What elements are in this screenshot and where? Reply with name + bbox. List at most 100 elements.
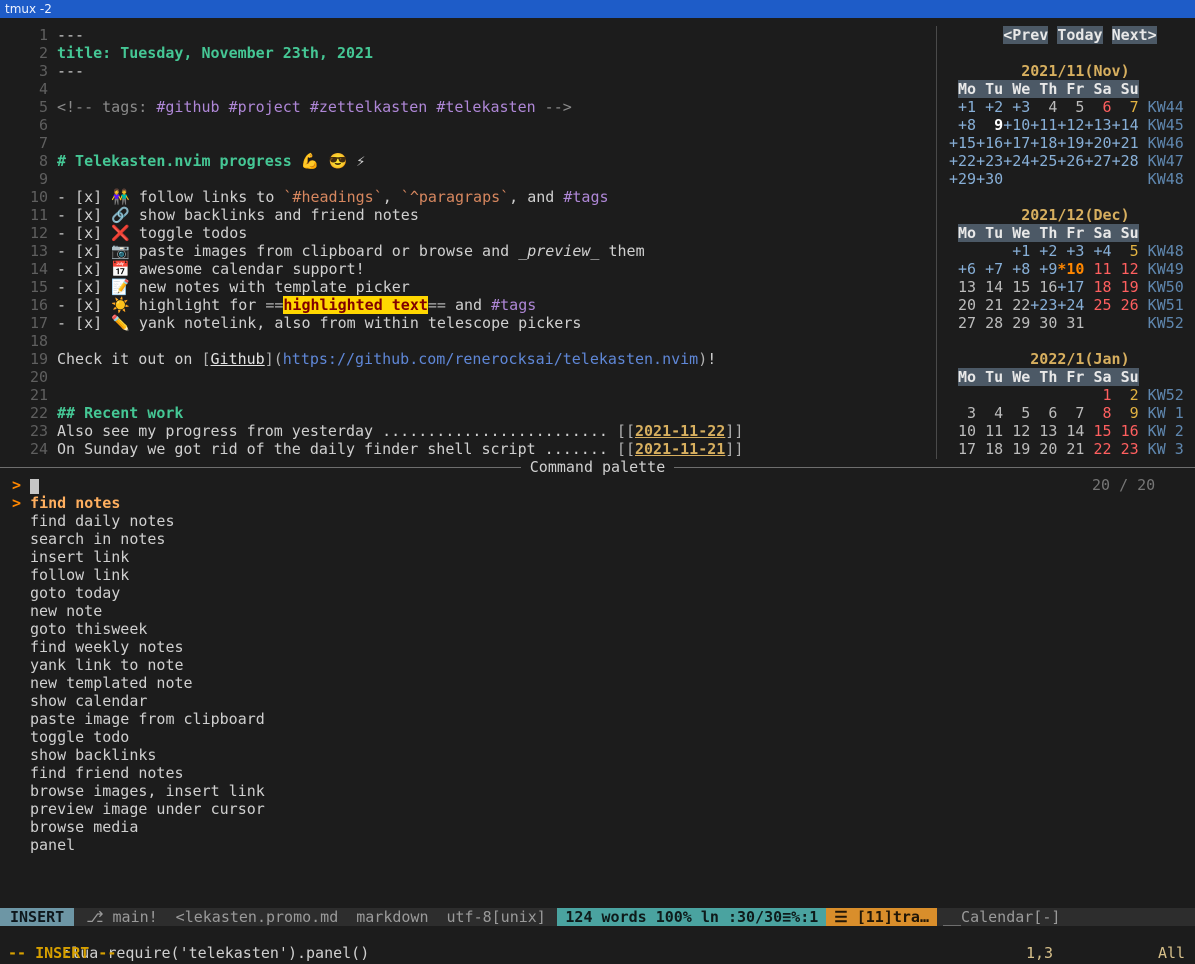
calendar-day[interactable]: 5 bbox=[1003, 404, 1030, 422]
calendar-day[interactable]: +8 bbox=[1003, 260, 1030, 278]
calendar-day[interactable]: +3 bbox=[1003, 98, 1030, 116]
calendar-day[interactable]: 1 bbox=[1084, 386, 1111, 404]
calendar-day[interactable]: 16 bbox=[1030, 278, 1057, 296]
calendar-day[interactable]: 26 bbox=[1112, 296, 1139, 314]
editor-line[interactable]: 23Also see my progress from yesterday ..… bbox=[0, 422, 936, 440]
calendar-day[interactable]: 7 bbox=[1057, 404, 1084, 422]
editor-line[interactable]: 19Check it out on [Github](https://githu… bbox=[0, 350, 936, 368]
calendar-day[interactable]: 15 bbox=[1003, 278, 1030, 296]
calendar-day[interactable]: 5 bbox=[1057, 98, 1084, 116]
calendar-day[interactable]: 30 bbox=[1030, 314, 1057, 332]
calendar-day[interactable]: 14 bbox=[976, 278, 1003, 296]
editor-line[interactable]: 4 bbox=[0, 80, 936, 98]
palette-item[interactable]: find weekly notes bbox=[0, 638, 1195, 656]
calendar-day[interactable]: 16 bbox=[1112, 422, 1139, 440]
calendar-day[interactable]: 15 bbox=[1084, 422, 1111, 440]
calendar-day[interactable]: +17 bbox=[1003, 134, 1030, 152]
calendar-day[interactable]: 25 bbox=[1084, 296, 1111, 314]
calendar-day[interactable]: +26 bbox=[1057, 152, 1084, 170]
calendar-day[interactable]: 22 bbox=[1084, 440, 1111, 458]
editor-line[interactable]: 2title: Tuesday, November 23th, 2021 bbox=[0, 44, 936, 62]
calendar-day[interactable]: +30 bbox=[976, 170, 1003, 188]
calendar-day[interactable]: +20 bbox=[1084, 134, 1111, 152]
calendar-pane[interactable]: <Prev Today Next> 2021/11(Nov) Mo Tu We … bbox=[938, 26, 1195, 458]
calendar-day[interactable]: +2 bbox=[976, 98, 1003, 116]
calendar-day[interactable]: +9 bbox=[1030, 260, 1057, 278]
calendar-day[interactable]: +3 bbox=[1057, 242, 1084, 260]
calendar-day[interactable]: +24 bbox=[1057, 296, 1084, 314]
calendar-day[interactable]: 12 bbox=[1003, 422, 1030, 440]
calendar-next-button[interactable]: Next> bbox=[1112, 26, 1157, 44]
calendar-day[interactable]: +16 bbox=[976, 134, 1003, 152]
calendar-day[interactable]: 19 bbox=[1112, 278, 1139, 296]
palette-item[interactable]: show calendar bbox=[0, 692, 1195, 710]
editor-line[interactable]: 18 bbox=[0, 332, 936, 350]
editor-line[interactable]: 20 bbox=[0, 368, 936, 386]
calendar-day[interactable]: +17 bbox=[1057, 278, 1084, 296]
calendar-day[interactable]: +24 bbox=[1003, 152, 1030, 170]
calendar-day[interactable]: +18 bbox=[1030, 134, 1057, 152]
calendar-day[interactable]: +6 bbox=[949, 260, 976, 278]
palette-item[interactable]: new templated note bbox=[0, 674, 1195, 692]
calendar-today-button[interactable]: Today bbox=[1057, 26, 1102, 44]
editor-line[interactable]: 17- [x] ✏️ yank notelink, also from with… bbox=[0, 314, 936, 332]
editor-pane[interactable]: 1---2title: Tuesday, November 23th, 2021… bbox=[0, 26, 937, 459]
palette-item-selected[interactable]: > find notes bbox=[0, 494, 1195, 512]
editor-line[interactable]: 10- [x] 👫 follow links to `#headings`, `… bbox=[0, 188, 936, 206]
calendar-day[interactable]: 18 bbox=[976, 440, 1003, 458]
palette-item[interactable]: yank link to note bbox=[0, 656, 1195, 674]
calendar-day[interactable]: +8 bbox=[949, 116, 976, 134]
editor-line[interactable]: 13- [x] 📷 paste images from clipboard or… bbox=[0, 242, 936, 260]
palette-item[interactable]: preview image under cursor bbox=[0, 800, 1195, 818]
calendar-day[interactable]: 31 bbox=[1057, 314, 1084, 332]
editor-line[interactable]: 8# Telekasten.nvim progress 💪 😎 ⚡ bbox=[0, 152, 936, 170]
editor-line[interactable]: 7 bbox=[0, 134, 936, 152]
palette-item[interactable]: follow link bbox=[0, 566, 1195, 584]
palette-prompt-input[interactable]: > 20 / 20 bbox=[0, 476, 1195, 494]
editor-line[interactable]: 12- [x] ❌ toggle todos bbox=[0, 224, 936, 242]
calendar-day[interactable]: +29 bbox=[949, 170, 976, 188]
calendar-day[interactable]: +19 bbox=[1057, 134, 1084, 152]
calendar-day[interactable]: 21 bbox=[1057, 440, 1084, 458]
editor-line[interactable]: 1--- bbox=[0, 26, 936, 44]
calendar-day[interactable]: 13 bbox=[949, 278, 976, 296]
editor-line[interactable]: 16- [x] ☀️ highlight for ==highlighted t… bbox=[0, 296, 936, 314]
editor-line[interactable]: 14- [x] 📅 awesome calendar support! bbox=[0, 260, 936, 278]
calendar-day[interactable]: +23 bbox=[976, 152, 1003, 170]
calendar-day[interactable]: 22 bbox=[1003, 296, 1030, 314]
calendar-day[interactable]: +2 bbox=[1030, 242, 1057, 260]
editor-line[interactable]: 11- [x] 🔗 show backlinks and friend note… bbox=[0, 206, 936, 224]
calendar-day[interactable]: +4 bbox=[1084, 242, 1111, 260]
palette-item[interactable]: goto today bbox=[0, 584, 1195, 602]
calendar-day[interactable]: 20 bbox=[949, 296, 976, 314]
calendar-day[interactable]: 17 bbox=[949, 440, 976, 458]
calendar-day[interactable]: +28 bbox=[1112, 152, 1139, 170]
palette-item[interactable]: search in notes bbox=[0, 530, 1195, 548]
calendar-day[interactable]: 14 bbox=[1057, 422, 1084, 440]
calendar-day[interactable]: +15 bbox=[949, 134, 976, 152]
palette-item[interactable]: browse media bbox=[0, 818, 1195, 836]
calendar-day[interactable]: 6 bbox=[1084, 98, 1111, 116]
calendar-day[interactable]: 8 bbox=[1084, 404, 1111, 422]
editor-line[interactable]: 22## Recent work bbox=[0, 404, 936, 422]
calendar-day[interactable]: +14 bbox=[1112, 116, 1139, 134]
calendar-day[interactable]: 27 bbox=[949, 314, 976, 332]
editor-line[interactable]: 21 bbox=[0, 386, 936, 404]
calendar-day[interactable]: +22 bbox=[949, 152, 976, 170]
calendar-day[interactable]: 12 bbox=[1112, 260, 1139, 278]
window-titlebar[interactable]: tmux -2 bbox=[0, 0, 1195, 18]
editor-line[interactable]: 15- [x] 📝 new notes with template picker bbox=[0, 278, 936, 296]
palette-item[interactable]: find friend notes bbox=[0, 764, 1195, 782]
calendar-day[interactable]: +1 bbox=[949, 98, 976, 116]
editor-line[interactable]: 6 bbox=[0, 116, 936, 134]
palette-item[interactable]: new note bbox=[0, 602, 1195, 620]
calendar-day[interactable]: +21 bbox=[1112, 134, 1139, 152]
calendar-day[interactable]: +10 bbox=[1003, 116, 1030, 134]
calendar-day[interactable]: 4 bbox=[976, 404, 1003, 422]
calendar-day[interactable]: 11 bbox=[1084, 260, 1111, 278]
calendar-day[interactable]: +23 bbox=[1030, 296, 1057, 314]
palette-item[interactable]: browse images, insert link bbox=[0, 782, 1195, 800]
calendar-day[interactable]: 5 bbox=[1112, 242, 1139, 260]
calendar-day[interactable]: 18 bbox=[1084, 278, 1111, 296]
calendar-day[interactable]: 9 bbox=[1112, 404, 1139, 422]
